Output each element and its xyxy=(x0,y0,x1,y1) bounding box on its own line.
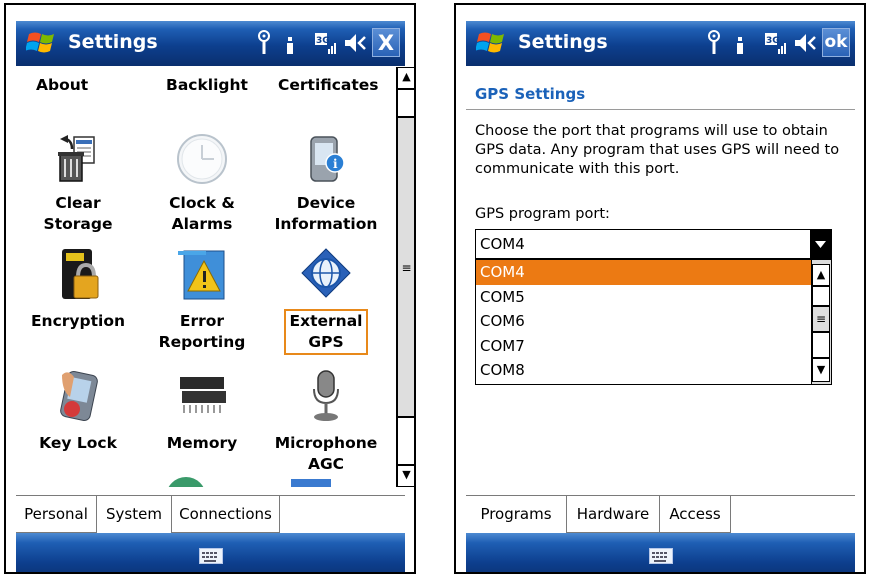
scroll-track[interactable] xyxy=(397,89,414,117)
tab-connections[interactable]: Connections xyxy=(172,496,280,533)
dropdown-arrow-icon[interactable] xyxy=(810,230,831,258)
port-option[interactable]: COM6 xyxy=(476,309,831,334)
tab-system[interactable]: System xyxy=(97,496,172,533)
scroll-track[interactable] xyxy=(397,417,414,465)
item-label-line1: External xyxy=(289,312,363,330)
antenna-icon xyxy=(258,30,270,54)
svg-text:3G: 3G xyxy=(316,36,330,46)
speaker-mute-icon[interactable] xyxy=(343,29,369,57)
gps-settings-screen: Settings 3G ok GPS Settings Choose the p… xyxy=(454,3,866,574)
settings-system-screen: Settings 3G X About Backlight Certificat… xyxy=(4,3,416,574)
svg-text:i: i xyxy=(333,157,338,171)
tab-personal[interactable]: Personal xyxy=(16,496,97,533)
clock-icon xyxy=(177,134,227,184)
scroll-up-button[interactable]: ▲ xyxy=(397,67,414,89)
page-title: GPS Settings xyxy=(475,85,586,103)
antenna-icon xyxy=(708,30,720,54)
keyboard-icon[interactable] xyxy=(199,548,223,564)
port-option[interactable]: COM4 xyxy=(476,260,829,285)
keyboard-icon[interactable] xyxy=(649,548,673,564)
description-text: Choose the port that programs will use t… xyxy=(475,123,840,177)
tab-hardware[interactable]: Hardware xyxy=(567,496,660,533)
divider xyxy=(466,109,855,110)
key-lock-icon xyxy=(60,371,98,421)
scroll-down-button[interactable]: ▼ xyxy=(812,358,830,382)
tab-bar: Programs Hardware Access xyxy=(466,495,855,534)
signal-strength-icon xyxy=(737,37,743,54)
title-bar: Settings 3G ok xyxy=(466,21,855,66)
soft-key-bar xyxy=(16,533,405,572)
port-option[interactable]: COM7 xyxy=(476,334,831,359)
scroll-up-button[interactable]: ▲ xyxy=(812,264,830,286)
tab-programs[interactable]: Programs xyxy=(466,496,567,533)
item-label-line2: AGC xyxy=(307,455,345,473)
item-label-line1: Memory xyxy=(166,434,238,452)
port-dropdown-list[interactable]: COM4 COM5 COM6 COM7 COM8 ▲ ≡ ▼ xyxy=(475,259,832,385)
dropdown-scrollbar[interactable]: ▲ ≡ ▼ xyxy=(811,260,831,384)
item-label-line1: Encryption xyxy=(30,312,126,330)
backlight-item[interactable]: Backlight xyxy=(166,76,248,94)
item-label-line2: Storage xyxy=(43,215,113,233)
about-item[interactable]: About xyxy=(36,76,88,94)
vertical-scrollbar[interactable]: ▲ ≡ ▼ xyxy=(396,67,414,487)
encryption-item[interactable]: Encryption xyxy=(16,247,140,332)
partial-next-icon xyxy=(166,477,206,487)
memory-item[interactable]: Memory xyxy=(140,367,264,454)
item-label-line1: Device xyxy=(296,194,356,212)
port-label: GPS program port: xyxy=(475,206,610,222)
device-info-icon: i xyxy=(310,136,345,182)
microphone-agc-item[interactable]: Microphone AGC xyxy=(264,367,388,475)
item-label-line1: Microphone xyxy=(274,434,378,452)
partial-next-icon xyxy=(291,479,331,487)
3g-connection-icon: 3G xyxy=(315,33,336,54)
external-gps-item[interactable]: External GPS xyxy=(264,247,388,355)
clock-alarms-item[interactable]: Clock & Alarms xyxy=(140,133,264,235)
scroll-down-button[interactable]: ▼ xyxy=(397,465,414,487)
speaker-mute-icon[interactable] xyxy=(793,29,819,57)
windows-start-icon[interactable] xyxy=(26,29,60,57)
windows-start-icon[interactable] xyxy=(476,29,510,57)
error-reporting-item[interactable]: Error Reporting xyxy=(140,247,264,353)
title-bar: Settings 3G X xyxy=(16,21,405,66)
scroll-track[interactable] xyxy=(812,286,830,306)
tab-access[interactable]: Access xyxy=(660,496,731,533)
device-information-item[interactable]: i Device Information xyxy=(264,133,388,235)
signal-strength-icon xyxy=(287,37,293,54)
scroll-thumb[interactable]: ≡ xyxy=(397,117,414,417)
item-label-line2: GPS xyxy=(308,333,344,351)
tab-bar: Personal System Connections xyxy=(16,495,405,534)
item-label-line1: Clock & xyxy=(169,194,235,212)
window-title: Settings xyxy=(518,31,608,53)
certificates-item[interactable]: Certificates xyxy=(278,76,379,94)
memory-icon xyxy=(180,377,226,413)
microphone-icon xyxy=(313,370,339,421)
external-gps-icon xyxy=(301,248,351,298)
3g-connection-icon: 3G xyxy=(765,33,786,54)
clear-storage-icon xyxy=(58,135,95,182)
item-label-line2: Reporting xyxy=(158,333,246,351)
scroll-track[interactable] xyxy=(812,332,830,358)
settings-icon-grid: About Backlight Certificates Clear Stora… xyxy=(16,67,388,487)
soft-key-bar xyxy=(466,533,855,572)
key-lock-item[interactable]: Key Lock xyxy=(16,367,140,454)
port-option[interactable]: COM5 xyxy=(476,285,831,310)
item-label-line1: Clear xyxy=(55,194,101,212)
item-label-line2: Alarms xyxy=(171,215,233,233)
item-label-line2: Information xyxy=(274,215,378,233)
scroll-thumb[interactable]: ≡ xyxy=(812,306,830,332)
item-label-line1: Error xyxy=(179,312,225,330)
encryption-icon xyxy=(62,249,99,299)
item-label-line1: Key Lock xyxy=(39,434,117,452)
gps-port-select[interactable]: COM4 xyxy=(475,229,832,259)
svg-text:3G: 3G xyxy=(766,36,780,46)
selected-port-value: COM4 xyxy=(480,235,525,253)
ok-button[interactable]: ok xyxy=(822,28,850,57)
clear-storage-item[interactable]: Clear Storage xyxy=(16,133,140,235)
error-reporting-icon xyxy=(178,250,225,300)
window-title: Settings xyxy=(68,31,158,53)
port-option[interactable]: COM8 xyxy=(476,358,831,383)
close-button[interactable]: X xyxy=(372,28,400,57)
